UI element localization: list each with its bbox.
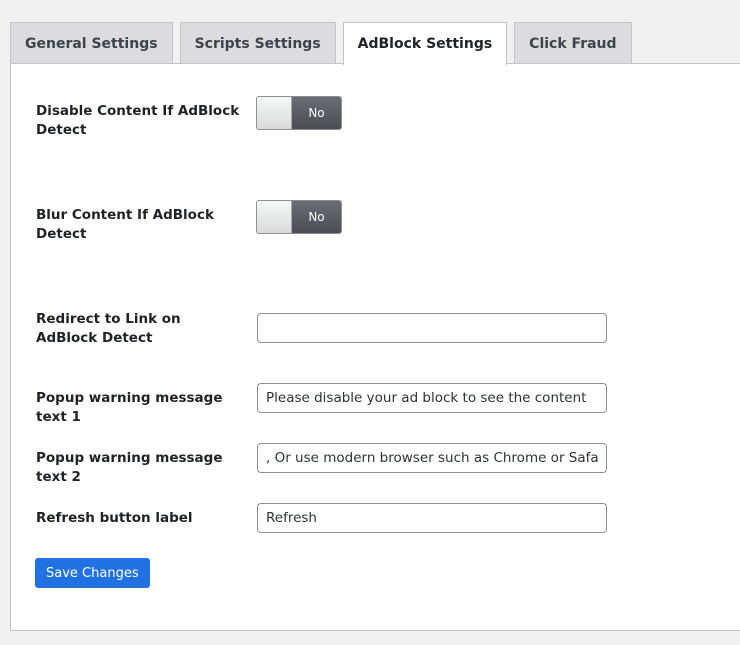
popup-text-1-input[interactable]: [257, 383, 607, 413]
tab-scripts-settings[interactable]: Scripts Settings: [179, 22, 336, 64]
redirect-link-input[interactable]: [257, 313, 607, 343]
popup-text-1-label: Popup warning message text 1: [36, 390, 223, 425]
tab-general-settings[interactable]: General Settings: [10, 22, 173, 64]
refresh-label-label: Refresh button label: [36, 510, 193, 526]
adblock-settings-panel: Disable Content If AdBlock Detect No Blu…: [10, 63, 740, 631]
save-changes-button[interactable]: Save Changes: [35, 558, 150, 588]
refresh-label-input[interactable]: [257, 503, 607, 533]
popup-text-2-label: Popup warning message text 2: [36, 450, 223, 485]
toggle-knob: [257, 97, 292, 129]
redirect-link-label: Redirect to Link on AdBlock Detect: [36, 311, 181, 346]
blur-content-toggle[interactable]: No: [256, 200, 342, 234]
settings-tabs: General Settings Scripts Settings AdBloc…: [10, 22, 639, 65]
tab-click-fraud[interactable]: Click Fraud: [514, 22, 632, 64]
disable-content-toggle[interactable]: No: [256, 96, 342, 130]
blur-content-label: Blur Content If AdBlock Detect: [36, 207, 214, 242]
disable-content-label: Disable Content If AdBlock Detect: [36, 103, 240, 138]
toggle-knob: [257, 201, 292, 233]
tab-adblock-settings[interactable]: AdBlock Settings: [342, 22, 508, 65]
toggle-state-text: No: [292, 97, 341, 129]
popup-text-2-input[interactable]: [257, 443, 607, 473]
toggle-state-text: No: [292, 201, 341, 233]
